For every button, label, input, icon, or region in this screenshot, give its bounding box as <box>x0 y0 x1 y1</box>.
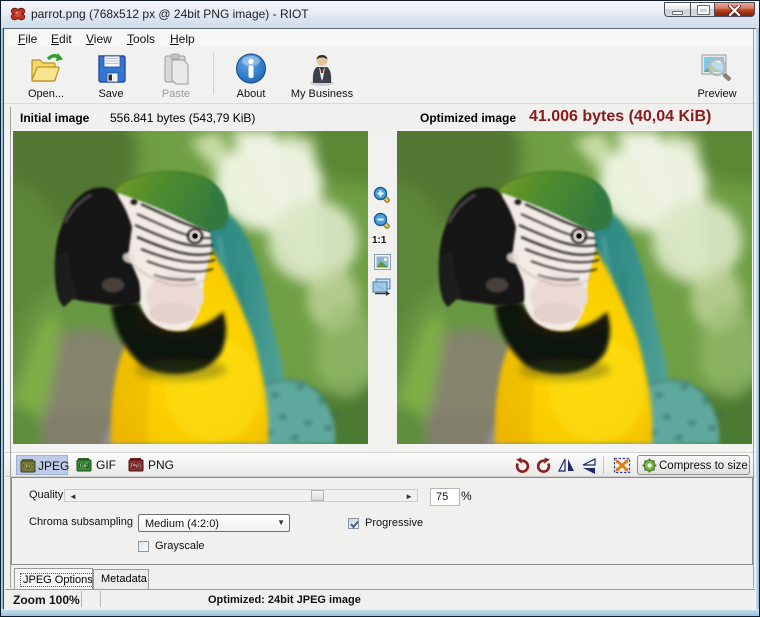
svg-text:PNG: PNG <box>131 464 142 470</box>
svg-text:GIF: GIF <box>80 464 88 470</box>
svg-text:JPG: JPG <box>23 465 33 471</box>
